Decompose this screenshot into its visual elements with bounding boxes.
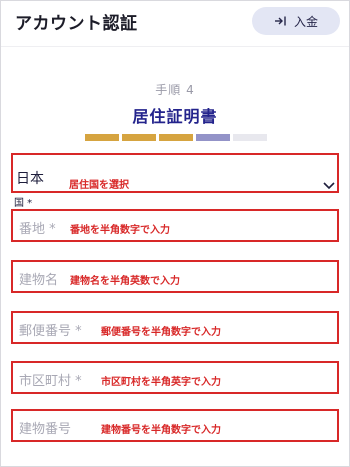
- step-progress-bar: [85, 134, 267, 141]
- step-title: 居住証明書: [132, 107, 218, 126]
- screen: アカウント認証 入金 手順 4 居住証明書 日本 居住国を選択 国 * 番地 *…: [0, 0, 350, 467]
- house-number-placeholder: 番地 *: [19, 222, 56, 237]
- country-select-value: 日本: [16, 171, 44, 187]
- country-note: 居住国を選択: [69, 180, 129, 191]
- country-select[interactable]: 日本 居住国を選択: [11, 153, 339, 193]
- progress-segment-4: [196, 134, 230, 141]
- city-note: 市区町村を半角英字で入力: [101, 377, 221, 388]
- city-field[interactable]: 市区町村 * 市区町村を半角英字で入力: [11, 361, 339, 394]
- postal-code-placeholder: 郵便番号 *: [19, 324, 82, 339]
- postal-code-field[interactable]: 郵便番号 * 郵便番号を半角数字で入力: [11, 311, 339, 344]
- deposit-button[interactable]: 入金: [252, 7, 340, 35]
- header: アカウント認証 入金: [1, 1, 349, 45]
- login-arrow-icon: [274, 15, 288, 27]
- building-name-placeholder: 建物名: [19, 273, 59, 288]
- progress-segment-2: [122, 134, 156, 141]
- page-title: アカウント認証: [15, 14, 138, 34]
- progress-segment-3: [159, 134, 193, 141]
- progress-segment-1: [85, 134, 119, 141]
- building-name-note: 建物名を半角英数で入力: [70, 276, 180, 287]
- country-caption: 国 *: [14, 198, 33, 209]
- postal-code-note: 郵便番号を半角数字で入力: [101, 327, 221, 338]
- building-number-placeholder: 建物番号: [19, 422, 72, 437]
- city-placeholder: 市区町村 *: [19, 374, 82, 389]
- house-number-field[interactable]: 番地 * 番地を半角数字で入力: [11, 209, 339, 242]
- step-number: 手順 4: [155, 83, 195, 97]
- house-number-note: 番地を半角数字で入力: [70, 225, 170, 236]
- chevron-down-icon: [323, 175, 335, 194]
- building-number-note: 建物番号を半角数字で入力: [101, 425, 221, 436]
- progress-segment-5: [233, 134, 267, 141]
- header-divider: [1, 46, 349, 47]
- building-name-field[interactable]: 建物名 建物名を半角英数で入力: [11, 260, 339, 293]
- deposit-label: 入金: [293, 14, 318, 29]
- building-number-field[interactable]: 建物番号 建物番号を半角数字で入力: [11, 409, 339, 442]
